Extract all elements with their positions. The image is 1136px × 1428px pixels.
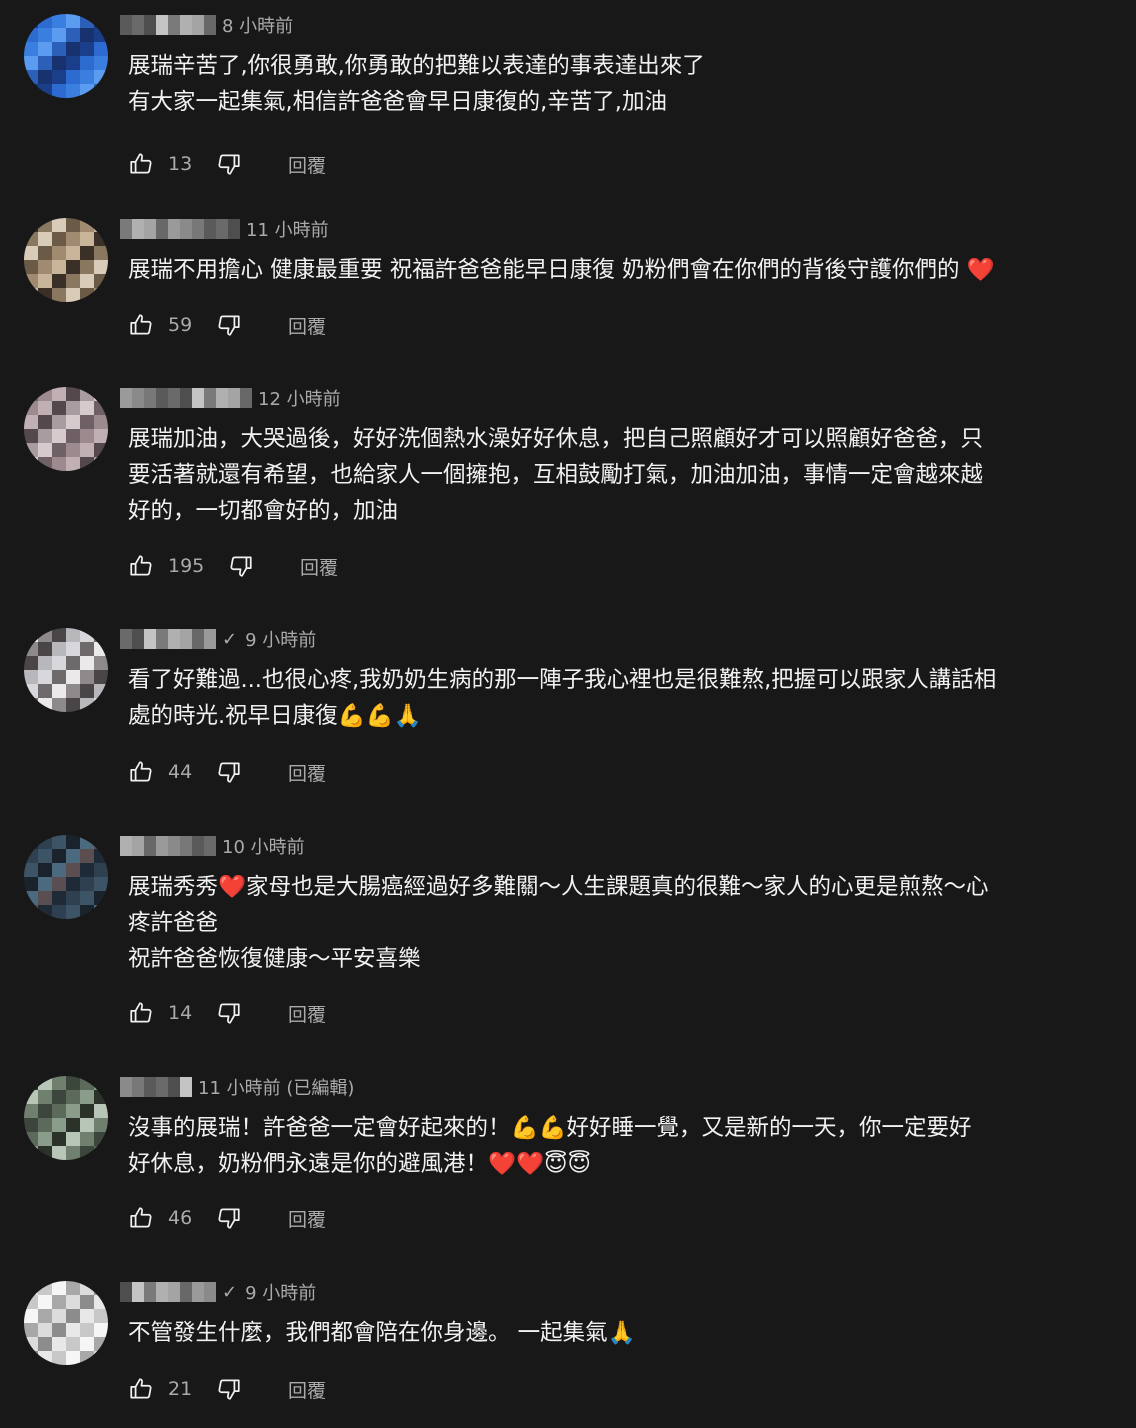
reply-button[interactable]: 回覆: [288, 1205, 326, 1232]
comment-header: ✓ 9 小時前: [120, 1275, 316, 1309]
comment-header: 10 小時前: [120, 829, 305, 863]
comment-actions: 13 回覆: [128, 149, 326, 179]
thumbs-up-icon[interactable]: [128, 1205, 154, 1231]
comment-header: 8 小時前: [120, 8, 293, 42]
comment-text: 展瑞不用擔心 健康最重要 祝福許爸爸能早日康復 奶粉們會在你們的背後守護你們的 …: [128, 257, 995, 283]
like-count: 46: [168, 1207, 193, 1229]
comment-actions: 46 回覆: [128, 1203, 326, 1233]
comment-actions: 195 回覆: [128, 551, 338, 581]
author-name[interactable]: [120, 1077, 192, 1097]
thumbs-up-icon[interactable]: [128, 759, 154, 785]
comment-actions: 14 回覆: [128, 998, 326, 1028]
author-name[interactable]: [120, 219, 240, 239]
comment-timestamp[interactable]: 9 小時前: [245, 626, 316, 652]
avatar[interactable]: [24, 14, 108, 98]
like-count: 21: [168, 1378, 193, 1400]
like-count: 59: [168, 314, 193, 336]
thumbs-down-icon[interactable]: [228, 553, 254, 579]
avatar[interactable]: [24, 835, 108, 919]
comment-header: 11 小時前: [120, 212, 329, 246]
thumbs-up-icon[interactable]: [128, 1000, 154, 1026]
thumbs-down-icon[interactable]: [216, 1000, 242, 1026]
avatar[interactable]: [24, 1281, 108, 1365]
thumbs-down-icon[interactable]: [216, 759, 242, 785]
comment-actions: 44 回覆: [128, 757, 326, 787]
author-name[interactable]: [120, 15, 216, 35]
comment-text: 展瑞加油，大哭過後，好好洗個熱水澡好好休息，把自己照顧好才可以照顧好爸爸，只 要…: [128, 426, 984, 524]
avatar[interactable]: [24, 1076, 108, 1160]
check-icon: ✓: [222, 628, 238, 650]
avatar[interactable]: [24, 387, 108, 471]
thumbs-up-icon[interactable]: [128, 151, 154, 177]
author-name[interactable]: [120, 629, 216, 649]
comment-timestamp[interactable]: 10 小時前: [222, 833, 305, 859]
check-icon: ✓: [222, 1281, 238, 1303]
author-name[interactable]: [120, 1282, 216, 1302]
author-name[interactable]: [120, 836, 216, 856]
reply-button[interactable]: 回覆: [300, 553, 338, 580]
like-count: 195: [168, 555, 205, 577]
comment-actions: 21 回覆: [128, 1374, 326, 1404]
thumbs-down-icon[interactable]: [216, 1376, 242, 1402]
reply-button[interactable]: 回覆: [288, 151, 326, 178]
reply-button[interactable]: 回覆: [288, 312, 326, 339]
avatar[interactable]: [24, 628, 108, 712]
comment-text: 展瑞辛苦了,你很勇敢,你勇敢的把難以表達的事表達出來了 有大家一起集氣,相信許爸…: [128, 53, 705, 115]
thumbs-down-icon[interactable]: [216, 1205, 242, 1231]
comment-timestamp[interactable]: 11 小時前: [246, 216, 329, 242]
thumbs-up-icon[interactable]: [128, 1376, 154, 1402]
reply-button[interactable]: 回覆: [288, 1000, 326, 1027]
like-count: 14: [168, 1002, 193, 1024]
thumbs-up-icon[interactable]: [128, 553, 154, 579]
comment-header: ✓ 9 小時前: [120, 622, 316, 656]
avatar[interactable]: [24, 218, 108, 302]
comment-timestamp[interactable]: 11 小時前 (已編輯): [198, 1074, 354, 1100]
comment-text: 沒事的展瑞！許爸爸一定會好起來的！💪💪好好睡一覺，又是新的一天，你一定要好 好休…: [128, 1115, 972, 1177]
comment-actions: 59 回覆: [128, 310, 326, 340]
thumbs-down-icon[interactable]: [216, 151, 242, 177]
comment-timestamp[interactable]: 12 小時前: [258, 385, 341, 411]
thumbs-down-icon[interactable]: [216, 312, 242, 338]
thumbs-up-icon[interactable]: [128, 312, 154, 338]
like-count: 13: [168, 153, 193, 175]
like-count: 44: [168, 761, 193, 783]
comment-timestamp[interactable]: 9 小時前: [245, 1279, 316, 1305]
author-name[interactable]: [120, 388, 252, 408]
comment-header: 12 小時前: [120, 381, 341, 415]
comment-text: 看了好難過...也很心疼,我奶奶生病的那一陣子我心裡也是很難熬,把握可以跟家人講…: [128, 667, 997, 729]
reply-button[interactable]: 回覆: [288, 759, 326, 786]
comment-text: 展瑞秀秀❤️家母也是大腸癌經過好多難關～人生課題真的很難～家人的心更是煎熬～心 …: [128, 874, 989, 972]
reply-button[interactable]: 回覆: [288, 1376, 326, 1403]
comment-text: 不管發生什麼，我們都會陪在你身邊。 一起集氣🙏: [128, 1320, 636, 1346]
comment-header: 11 小時前 (已編輯): [120, 1070, 354, 1104]
comment-timestamp[interactable]: 8 小時前: [222, 12, 293, 38]
